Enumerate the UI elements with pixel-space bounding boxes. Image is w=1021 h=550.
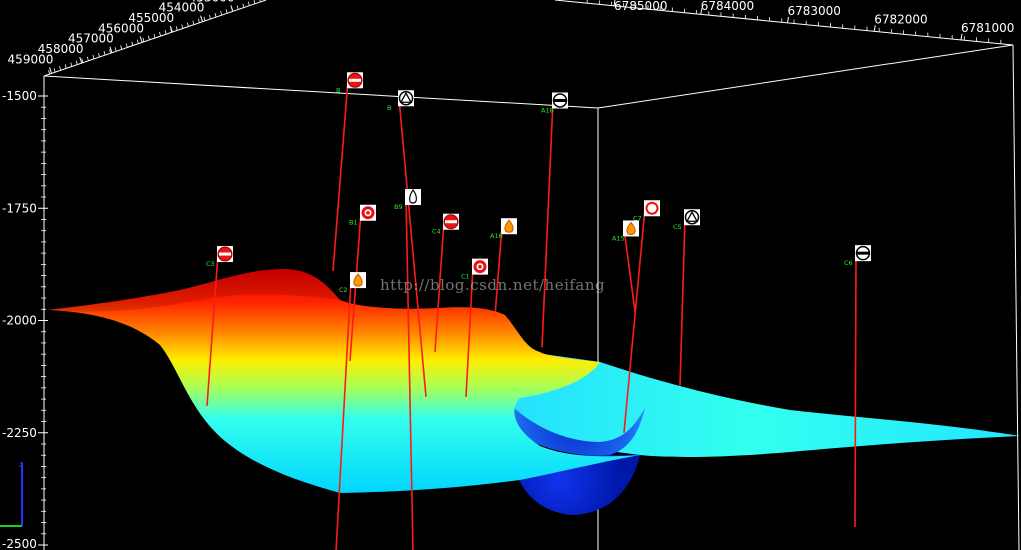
well-symbol-orange-drop-icon (501, 218, 517, 235)
well-label: B (387, 104, 391, 112)
x-minor-tick (214, 13, 217, 18)
y-tick-label: 6782000 (874, 12, 927, 26)
well-label: B (336, 86, 340, 94)
well-symbol-red-dash-icon (347, 72, 363, 89)
well-symbol-white-dash-icon (552, 92, 568, 109)
z-tick-label: -2250 (2, 426, 37, 440)
x-minor-tick (186, 22, 189, 27)
orientation-axes-gizmo: z (0, 461, 23, 527)
well-label: B1 (349, 219, 358, 227)
x-axis: 4590004580004570004560004550004540004530… (8, 0, 261, 75)
z-tick-label: -1750 (2, 201, 37, 215)
x-minor-tick (203, 16, 206, 21)
well-symbol-red-ring-icon (360, 204, 376, 221)
x-minor-tick (247, 1, 250, 6)
well-label: C2 (339, 286, 348, 294)
x-minor-tick (142, 37, 145, 42)
x-tick-mark (139, 36, 143, 43)
well-symbol-white-ring-icon (644, 200, 660, 217)
well-trajectory (623, 228, 636, 312)
well-symbol-triangle-icon (684, 209, 700, 226)
x-minor-tick (225, 9, 228, 14)
x-minor-tick (120, 45, 123, 50)
y-tick-label: 6781000 (961, 21, 1014, 35)
x-minor-tick (92, 54, 95, 59)
x-minor-tick (220, 11, 222, 16)
x-minor-tick (236, 5, 239, 10)
well-label: C4 (432, 228, 441, 236)
x-minor-tick (81, 58, 84, 63)
z-tick-label: -2000 (2, 314, 37, 328)
well-trajectory (332, 80, 349, 272)
well-symbol-red-dash-icon (443, 213, 459, 230)
well-symbol-flame-icon (405, 189, 421, 206)
well-A18[interactable]: A18 (541, 92, 568, 348)
x-minor-tick (192, 20, 195, 25)
well-label: A15 (612, 234, 625, 242)
x-minor-tick (175, 26, 178, 31)
x-minor-tick (198, 18, 200, 23)
well-symbol-orange-drop-icon (623, 220, 639, 237)
well-symbol-orange-drop-icon (350, 272, 366, 289)
x-tick-mark (200, 15, 204, 22)
x-minor-tick (131, 41, 134, 46)
well-symbol-white-dash-icon (855, 245, 871, 262)
x-tick-mark (49, 67, 53, 74)
x-minor-tick (209, 14, 211, 20)
x-minor-tick (103, 51, 106, 56)
well-label: A16 (490, 232, 503, 240)
x-minor-tick (231, 7, 234, 12)
well-symbol-triangle-icon (398, 90, 414, 107)
well-trajectory (854, 253, 857, 528)
x-tick-mark (79, 56, 83, 64)
x-minor-tick (164, 30, 167, 35)
well-label: A18 (541, 106, 554, 114)
x-minor-tick (242, 3, 245, 8)
x-minor-tick (64, 64, 67, 69)
z-tick-label: -1500 (2, 89, 37, 103)
x-minor-tick (159, 32, 161, 37)
3d-viewport[interactable]: -1500 -1750 -2000 -2250 -2500 45900045800045… (0, 0, 1021, 550)
well-A15[interactable]: A15 (612, 220, 639, 312)
watermark-text: http://blog.csdn.net/heifang (380, 276, 606, 294)
well-trajectories-behind: B A18 A16 A15 (332, 72, 639, 348)
y-tick-label: 6783000 (787, 4, 840, 18)
well-label: B9 (394, 203, 403, 211)
y-axis: 6785000 6784000 6783000 6782000 6781000 (586, 0, 1014, 44)
well-label: C5 (673, 223, 682, 231)
well-trajectory (541, 100, 554, 348)
z-axis: -1500 -1750 -2000 -2250 -2500 (2, 76, 48, 550)
well-label: C7 (633, 214, 642, 222)
x-minor-tick (114, 47, 117, 52)
x-minor-tick (148, 35, 150, 40)
x-minor-tick (59, 66, 62, 71)
well-symbol-red-ring-icon (472, 258, 488, 275)
well-symbol-red-dash-icon (217, 246, 233, 263)
x-minor-tick (136, 39, 139, 44)
x-minor-tick (75, 60, 78, 65)
well-C6[interactable]: C6 (844, 245, 871, 528)
x-minor-tick (181, 24, 184, 29)
x-minor-tick (53, 68, 56, 73)
horizon-surface (48, 268, 1020, 515)
x-minor-tick (253, 0, 256, 4)
y-tick-label: 6785000 (614, 0, 667, 13)
x-minor-tick (109, 49, 111, 54)
well-C5[interactable]: C5 (673, 209, 700, 386)
x-minor-tick (153, 33, 156, 39)
x-minor-tick (87, 56, 89, 61)
well-A16[interactable]: A16 (490, 218, 517, 317)
y-tick-label: 6784000 (701, 0, 754, 13)
x-minor-tick (48, 70, 50, 75)
x-tick-label: 453000 (189, 0, 235, 4)
well-label: C3 (206, 260, 215, 268)
well-label: C6 (844, 259, 853, 267)
x-minor-tick (125, 43, 128, 48)
x-minor-tick (70, 62, 73, 67)
svg-text:z: z (19, 461, 23, 469)
x-minor-tick (98, 52, 100, 58)
z-tick-label: -2500 (2, 537, 37, 550)
well-trajectory (679, 217, 686, 386)
